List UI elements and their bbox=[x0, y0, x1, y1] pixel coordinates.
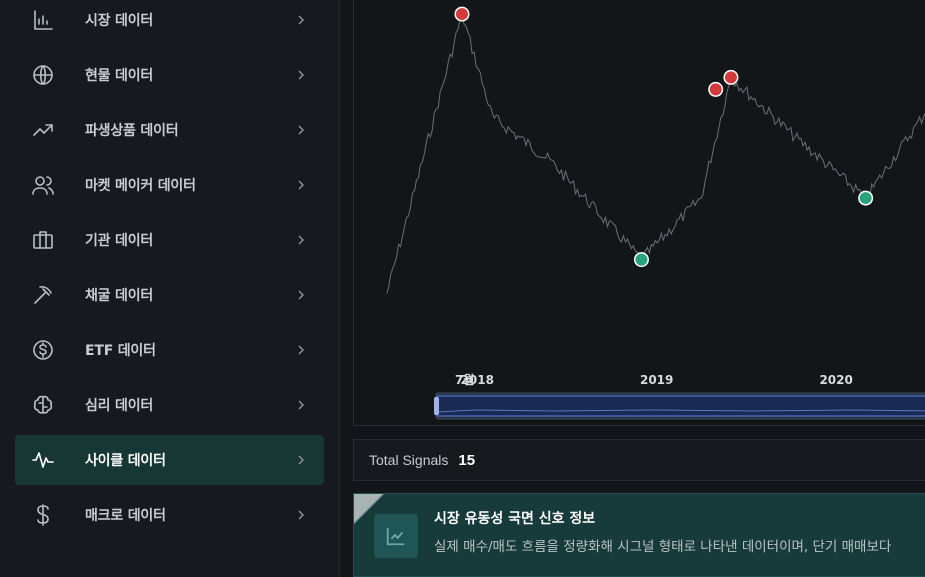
signal-marker-buy-4 bbox=[859, 192, 872, 205]
dollar-circle-icon bbox=[30, 337, 56, 363]
chevron-right-icon bbox=[296, 287, 306, 303]
chevron-right-icon bbox=[296, 507, 306, 523]
trending-up-icon bbox=[30, 117, 56, 143]
sidebar-item-label: 기관 데이터 bbox=[85, 233, 154, 249]
sidebar-item-label: 시장 데이터 bbox=[85, 13, 154, 29]
sidebar-item-label: 마켓 메이커 데이터 bbox=[85, 178, 196, 194]
chevron-right-icon bbox=[296, 177, 306, 193]
chevron-right-icon bbox=[296, 232, 306, 248]
pulse-icon bbox=[30, 447, 56, 473]
chevron-right-icon bbox=[296, 12, 306, 28]
card-description: 실제 매수/매도 흐름을 정량화해 시그널 형태로 나타낸 데이터이며, 단기 … bbox=[434, 539, 892, 555]
chevron-right-icon bbox=[296, 122, 306, 138]
sidebar-item-8[interactable]: 사이클 데이터 bbox=[15, 435, 324, 485]
signal-marker-sell-2 bbox=[709, 83, 722, 96]
sidebar-item-5[interactable]: 채굴 데이터 bbox=[15, 270, 324, 320]
sidebar-item-label: 현물 데이터 bbox=[85, 68, 154, 84]
brain-icon bbox=[30, 392, 56, 418]
navigator-left-handle bbox=[434, 397, 439, 415]
sidebar-item-1[interactable]: 현물 데이터 bbox=[15, 50, 324, 100]
chevron-right-icon bbox=[296, 67, 306, 83]
sidebar-item-3[interactable]: 마켓 메이커 데이터 bbox=[15, 160, 324, 210]
chevron-right-icon bbox=[296, 397, 306, 413]
total-signals-count: 15 bbox=[458, 451, 476, 469]
briefcase-icon bbox=[30, 227, 56, 253]
signal-info-card[interactable]: 시장 유동성 국면 신호 정보 실제 매수/매도 흐름을 정량화해 시그널 형태… bbox=[353, 493, 925, 577]
x-tick-label: 2020 bbox=[819, 373, 852, 387]
chevron-right-icon bbox=[296, 452, 306, 468]
sidebar-item-6[interactable]: ETF 데이터 bbox=[15, 325, 324, 375]
price-chart-panel: 7월 2018 2019 2020 bbox=[353, 0, 925, 426]
signal-marker-buy-1 bbox=[635, 253, 648, 266]
sidebar-item-label: 심리 데이터 bbox=[85, 398, 154, 414]
sidebar-item-label: 사이클 데이터 bbox=[85, 453, 166, 469]
signal-marker-sell-3 bbox=[724, 71, 737, 84]
globe-icon bbox=[30, 62, 56, 88]
total-signals-label: Total Signals bbox=[369, 452, 449, 468]
sidebar-item-2[interactable]: 파생상품 데이터 bbox=[15, 105, 324, 155]
total-signals-bar: Total Signals 15 bbox=[353, 439, 925, 481]
users-icon bbox=[30, 172, 56, 198]
bar-chart-icon bbox=[30, 7, 56, 33]
price-line bbox=[386, 9, 925, 294]
signal-marker-sell-0 bbox=[455, 8, 468, 21]
x-tick-label: 2018 bbox=[461, 373, 494, 387]
dollar-sign-icon bbox=[30, 502, 56, 528]
sidebar-item-label: 매크로 데이터 bbox=[85, 508, 166, 524]
sidebar-item-label: 파생상품 데이터 bbox=[85, 123, 179, 139]
chevron-right-icon bbox=[296, 342, 306, 358]
x-tick-label: 2019 bbox=[640, 373, 673, 387]
sidebar-item-7[interactable]: 심리 데이터 bbox=[15, 380, 324, 430]
price-chart[interactable]: 7월2018 2019 2020 bbox=[354, 0, 925, 427]
sidebar-item-label: ETF 데이터 bbox=[85, 343, 156, 359]
card-title: 시장 유동성 국면 신호 정보 bbox=[434, 511, 596, 527]
sidebar-item-label: 채굴 데이터 bbox=[85, 288, 154, 304]
range-navigator-window bbox=[435, 395, 925, 417]
sidebar-item-9[interactable]: 매크로 데이터 bbox=[15, 490, 324, 540]
sidebar-item-0[interactable]: 시장 데이터 bbox=[15, 0, 324, 45]
sidebar-item-4[interactable]: 기관 데이터 bbox=[15, 215, 324, 265]
line-chart-icon bbox=[374, 514, 418, 558]
pickaxe-icon bbox=[30, 282, 56, 308]
sidebar: 시장 데이터현물 데이터파생상품 데이터마켓 메이커 데이터기관 데이터채굴 데… bbox=[0, 0, 340, 577]
